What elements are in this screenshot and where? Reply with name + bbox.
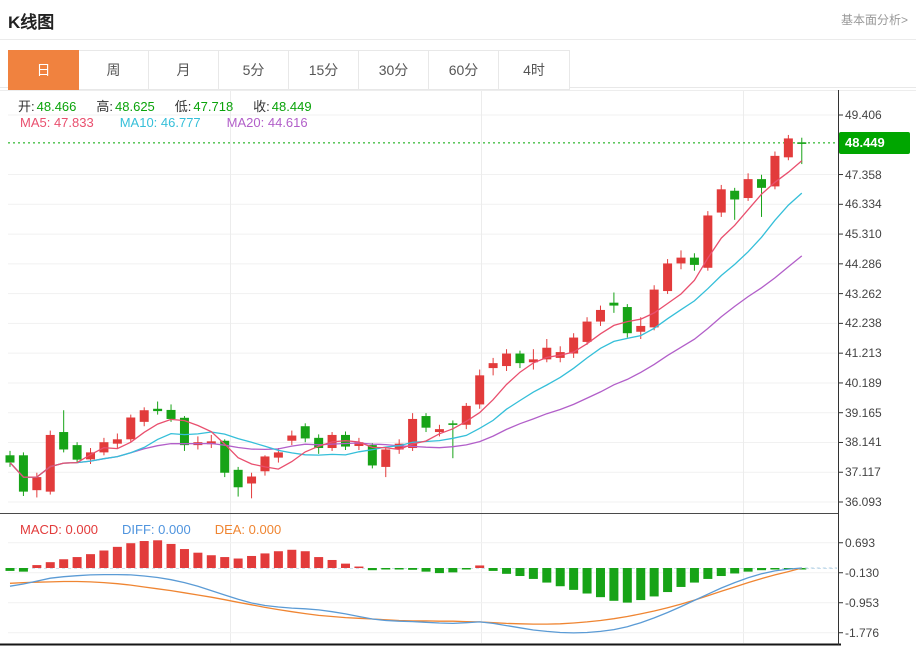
price-axis-label: 38.141 xyxy=(845,434,882,450)
price-axis-label: 45.310 xyxy=(845,226,882,242)
tab-60分[interactable]: 60分 xyxy=(429,51,499,89)
price-axis-label: 43.262 xyxy=(845,286,882,302)
macd-item: MACD: 0.000 xyxy=(20,522,98,537)
price-axis-label: 49.406 xyxy=(845,107,882,123)
tab-日[interactable]: 日 xyxy=(8,50,79,90)
macd-axis-label: -0.130 xyxy=(845,565,879,581)
last-price-tag: 48.449 xyxy=(839,132,910,154)
macd-axis-label: 0.693 xyxy=(845,535,875,551)
ohlc-item: 收:48.449 xyxy=(253,96,311,115)
macd-item: DIFF: 0.000 xyxy=(122,522,191,537)
tab-15分[interactable]: 15分 xyxy=(289,51,359,89)
macd-readout: MACD: 0.000 DIFF: 0.000 DEA: 0.000 xyxy=(20,522,281,537)
price-axis-label: 42.238 xyxy=(845,315,882,331)
tab-4时[interactable]: 4时 xyxy=(499,51,569,89)
price-axis-label: 37.117 xyxy=(845,464,881,480)
price-axis-label: 44.286 xyxy=(845,256,882,272)
price-axis-label: 41.213 xyxy=(845,345,882,361)
chart-region[interactable] xyxy=(0,90,916,646)
ohlc-item: 高:48.625 xyxy=(96,96,154,115)
ma-item: MA10: 46.777 xyxy=(120,115,201,130)
price-axis-label: 40.189 xyxy=(845,375,882,391)
ma-item: MA20: 44.616 xyxy=(227,115,308,130)
ohlc-item: 开:48.466 xyxy=(18,96,76,115)
period-tabbar: 日周月5分15分30分60分4时 xyxy=(8,50,570,90)
tab-5分[interactable]: 5分 xyxy=(219,51,289,89)
price-axis-label: 47.358 xyxy=(845,167,882,183)
macd-axis-label: -1.776 xyxy=(845,625,879,641)
price-axis-label: 36.093 xyxy=(845,494,882,510)
tab-30分[interactable]: 30分 xyxy=(359,51,429,89)
macd-axis-label: -0.953 xyxy=(845,595,879,611)
ma-item: MA5: 47.833 xyxy=(20,115,94,130)
kline-app: K线图 基本面分析> 日周月5分15分30分60分4时 开:48.466高:48… xyxy=(0,0,916,649)
ohlc-readout: 开:48.466 高:48.625 低:47.718 收:48.449 xyxy=(18,96,312,115)
tab-周[interactable]: 周 xyxy=(79,51,149,89)
tab-月[interactable]: 月 xyxy=(149,51,219,89)
ma-readout: MA5: 47.833 MA10: 46.777 MA20: 44.616 xyxy=(20,115,308,130)
macd-item: DEA: 0.000 xyxy=(215,522,282,537)
price-axis-label: 39.165 xyxy=(845,405,882,421)
ohlc-item: 低:47.718 xyxy=(175,96,233,115)
price-axis-label: 46.334 xyxy=(845,196,882,212)
